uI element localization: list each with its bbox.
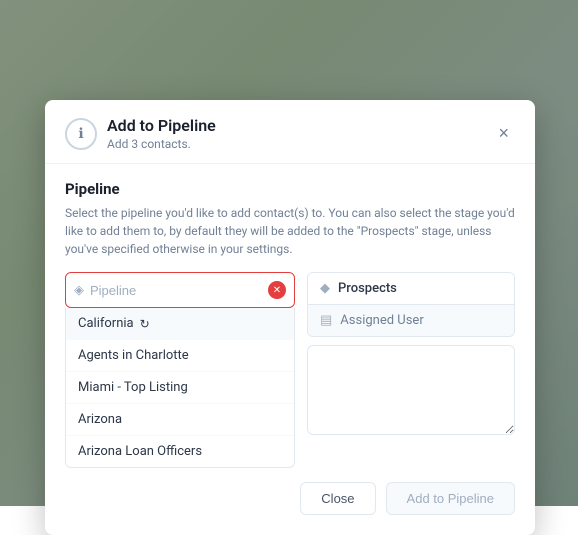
modal-body: Pipeline Select the pipeline you'd like …: [45, 164, 535, 535]
search-icon: ◈: [74, 283, 84, 298]
assigned-user-row[interactable]: ▤ Assigned User: [308, 305, 514, 336]
content-columns: ◈ ✕ California ↻ Agents in Charlotte Mia…: [65, 272, 515, 468]
add-to-pipeline-button[interactable]: Add to Pipeline: [386, 482, 515, 515]
item-label: Miami - Top Listing: [78, 380, 188, 395]
add-to-pipeline-modal: ℹ Add to Pipeline Add 3 contacts. × Pipe…: [45, 100, 535, 535]
list-item[interactable]: Arizona Loan Officers: [66, 436, 294, 468]
close-button[interactable]: Close: [300, 482, 375, 515]
modal-title-block: Add to Pipeline Add 3 contacts.: [107, 116, 216, 151]
modal-subtitle: Add 3 contacts.: [107, 137, 216, 151]
list-item[interactable]: Agents in Charlotte: [66, 340, 294, 372]
modal-info-icon: ℹ: [65, 118, 97, 150]
section-description: Select the pipeline you'd like to add co…: [65, 204, 515, 258]
section-title: Pipeline: [65, 180, 515, 198]
clear-input-button[interactable]: ✕: [268, 281, 286, 299]
notes-textarea[interactable]: [307, 345, 515, 435]
assigned-user-label: Assigned User: [340, 313, 423, 328]
pipeline-search-wrap[interactable]: ◈ ✕: [65, 272, 295, 308]
spinner-icon: ↻: [140, 317, 150, 331]
modal-header-left: ℹ Add to Pipeline Add 3 contacts.: [65, 116, 216, 151]
left-column: ◈ ✕ California ↻ Agents in Charlotte Mia…: [65, 272, 295, 468]
list-item[interactable]: Arizona: [66, 404, 294, 436]
item-label: Arizona Loan Officers: [78, 444, 202, 459]
modal-footer: Close Add to Pipeline: [65, 468, 515, 515]
item-label: Arizona: [78, 412, 122, 427]
prospects-icon: ◆: [320, 281, 330, 296]
right-column: ◆ Prospects ▤ Assigned User: [307, 272, 515, 468]
modal-title: Add to Pipeline: [107, 116, 216, 135]
pipeline-dropdown-list: California ↻ Agents in Charlotte Miami -…: [65, 308, 295, 468]
modal-header: ℹ Add to Pipeline Add 3 contacts. ×: [45, 100, 535, 164]
prospects-label: Prospects: [338, 281, 397, 296]
item-label: California: [78, 316, 134, 331]
stage-card: ◆ Prospects ▤ Assigned User: [307, 272, 515, 337]
assigned-user-icon: ▤: [320, 313, 332, 328]
modal-close-button[interactable]: ×: [492, 121, 515, 146]
list-item[interactable]: California ↻: [66, 308, 294, 340]
prospects-row: ◆ Prospects: [308, 273, 514, 305]
list-item[interactable]: Miami - Top Listing: [66, 372, 294, 404]
item-label: Agents in Charlotte: [78, 348, 189, 363]
pipeline-search-input[interactable]: [90, 283, 268, 298]
